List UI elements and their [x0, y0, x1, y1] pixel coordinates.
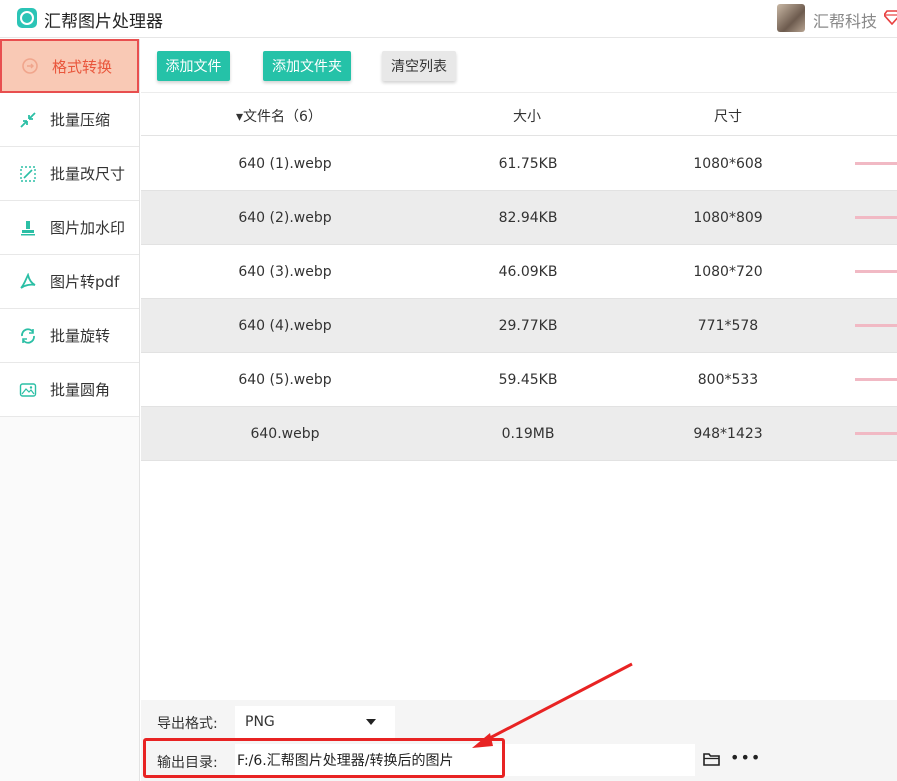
row-filename: 640 (1).webp	[238, 156, 332, 172]
row-filename: 640 (5).webp	[238, 372, 332, 388]
chevron-down-icon	[366, 719, 376, 725]
folder-icon[interactable]	[703, 752, 720, 766]
sidebar-item-rounded-corner[interactable]: 批量圆角	[0, 363, 139, 417]
sidebar: 格式转换 批量压缩 批量改尺寸 图片加水印 图片转pdf 批量旋转 批量圆角	[0, 39, 140, 781]
avatar[interactable]	[777, 4, 805, 32]
sidebar-item-label: 批量旋转	[50, 327, 111, 345]
row-progress-bar	[855, 162, 897, 165]
app-logo-icon	[17, 8, 37, 28]
column-header-dimensions[interactable]: 尺寸	[714, 106, 742, 126]
row-progress-bar	[855, 216, 897, 219]
compress-icon	[18, 110, 38, 130]
column-header-size[interactable]: 大小	[513, 106, 541, 126]
row-dimensions: 1080*720	[693, 264, 763, 280]
row-size: 46.09KB	[498, 264, 558, 280]
watermark-icon	[18, 218, 38, 238]
row-size: 29.77KB	[498, 318, 558, 334]
row-size: 82.94KB	[498, 210, 558, 226]
sidebar-item-label: 格式转换	[52, 57, 113, 76]
row-progress-bar	[855, 270, 897, 273]
export-format-label: 导出格式:	[157, 716, 218, 732]
annotation-highlight-box	[143, 738, 505, 778]
pdf-icon	[18, 272, 38, 292]
row-dimensions: 771*578	[697, 318, 759, 334]
rounded-corner-icon	[18, 380, 38, 400]
vip-gem-icon[interactable]	[884, 9, 897, 25]
add-file-button[interactable]: 添加文件	[157, 51, 230, 81]
add-folder-button[interactable]: 添加文件夹	[263, 51, 351, 81]
sidebar-item-rotate[interactable]: 批量旋转	[0, 309, 139, 363]
table-row[interactable]: 640 (2).webp 82.94KB 1080*809	[141, 191, 897, 245]
sidebar-item-label: 批量改尺寸	[50, 165, 126, 183]
row-filename: 640 (4).webp	[238, 318, 332, 334]
column-header-filename[interactable]: ▾文件名（6）	[236, 106, 322, 126]
sidebar-item-label: 批量压缩	[50, 111, 111, 129]
sidebar-item-label: 批量圆角	[50, 381, 111, 399]
row-dimensions: 1080*809	[693, 210, 763, 226]
sidebar-item-watermark[interactable]: 图片加水印	[0, 201, 139, 255]
sidebar-item-label: 图片加水印	[50, 219, 126, 237]
rotate-icon	[18, 326, 38, 346]
row-filename: 640.webp	[250, 426, 320, 442]
toolbar: 添加文件 添加文件夹 清空列表	[141, 39, 897, 93]
sidebar-item-compress[interactable]: 批量压缩	[0, 93, 139, 147]
table-row[interactable]: 640 (5).webp 59.45KB 800*533	[141, 353, 897, 407]
more-options-icon[interactable]: •••	[730, 748, 761, 767]
row-dimensions: 800*533	[697, 372, 759, 388]
row-filename: 640 (2).webp	[238, 210, 332, 226]
sidebar-item-pdf[interactable]: 图片转pdf	[0, 255, 139, 309]
sidebar-item-resize[interactable]: 批量改尺寸	[0, 147, 139, 201]
row-filename: 640 (3).webp	[238, 264, 332, 280]
user-name[interactable]: 汇帮科技	[813, 8, 877, 32]
clear-list-button[interactable]: 清空列表	[382, 51, 456, 81]
app-title: 汇帮图片处理器	[44, 12, 163, 32]
export-format-value: PNG	[245, 714, 275, 730]
row-size: 59.45KB	[498, 372, 558, 388]
table-row[interactable]: 640 (1).webp 61.75KB 1080*608	[141, 137, 897, 191]
row-progress-bar	[855, 432, 897, 435]
row-dimensions: 1080*608	[693, 156, 763, 172]
row-dimensions: 948*1423	[693, 426, 763, 442]
row-progress-bar	[855, 378, 897, 381]
table-row[interactable]: 640 (4).webp 29.77KB 771*578	[141, 299, 897, 353]
table-row[interactable]: 640.webp 0.19MB 948*1423	[141, 407, 897, 461]
row-size: 0.19MB	[501, 426, 555, 442]
sidebar-item-label: 图片转pdf	[50, 273, 120, 291]
table-row[interactable]: 640 (3).webp 46.09KB 1080*720	[141, 245, 897, 299]
row-size: 61.75KB	[498, 156, 558, 172]
title-bar: 汇帮图片处理器 汇帮科技	[0, 0, 897, 38]
row-progress-bar	[855, 324, 897, 327]
sidebar-item-format-convert[interactable]: 格式转换	[0, 39, 139, 93]
resize-icon	[18, 164, 38, 184]
export-format-select[interactable]: PNG	[235, 706, 395, 738]
file-table-header: ▾文件名（6） 大小 尺寸	[141, 94, 897, 136]
format-convert-icon	[20, 56, 40, 76]
